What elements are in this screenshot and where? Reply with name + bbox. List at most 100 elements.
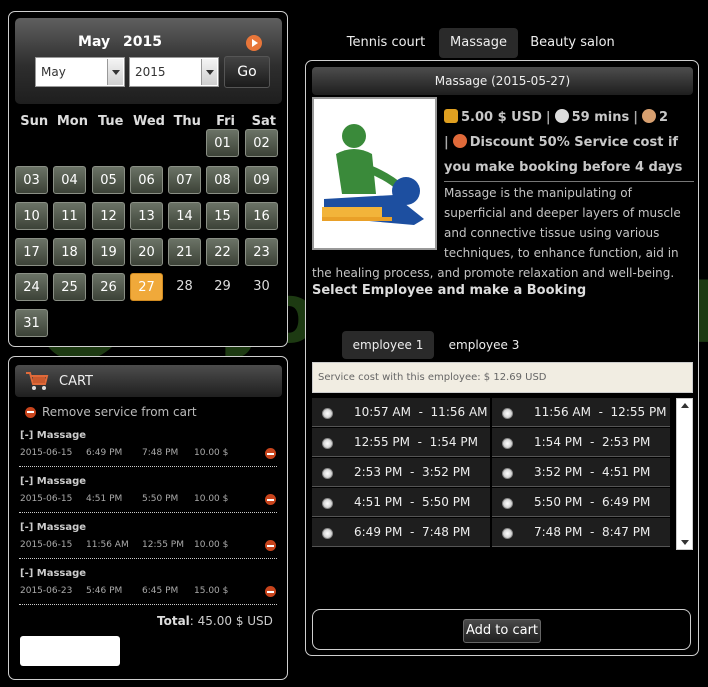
- cart-item-date: 2015-06-15: [20, 448, 73, 458]
- time-slot[interactable]: 2:53 PM - 3:52 PM: [312, 458, 490, 487]
- calendar-day[interactable]: 07: [168, 166, 201, 194]
- calendar-day[interactable]: 27: [130, 273, 163, 301]
- description-line: Massage is the manipulating of: [444, 186, 632, 200]
- cart-item-end: 6:45 PM: [142, 586, 179, 596]
- divider: [444, 181, 694, 182]
- scroll-down-icon[interactable]: [681, 540, 689, 545]
- remove-icon[interactable]: [265, 448, 276, 459]
- calendar-title: May 2015: [15, 34, 225, 50]
- time-slot[interactable]: 7:48 PM - 8:47 PM: [492, 518, 670, 547]
- radio-button[interactable]: [322, 408, 333, 419]
- radio-button[interactable]: [322, 498, 333, 509]
- time-slot[interactable]: 6:49 PM - 7:48 PM: [312, 518, 490, 547]
- slots-scrollbar[interactable]: [676, 398, 693, 550]
- tab-beauty-salon[interactable]: Beauty salon: [526, 28, 619, 58]
- radio-button[interactable]: [502, 468, 513, 479]
- tab-employee-3[interactable]: employee 3: [440, 331, 528, 359]
- calendar-day[interactable]: 12: [92, 202, 125, 230]
- calendar-day[interactable]: 06: [130, 166, 163, 194]
- calendar-day[interactable]: 24: [15, 273, 48, 301]
- cart-item-name[interactable]: [-] Massage: [20, 430, 86, 441]
- total-label: Total: [157, 614, 190, 628]
- discount-icon: [452, 134, 467, 148]
- calendar-day[interactable]: 05: [92, 166, 125, 194]
- calendar-day[interactable]: 31: [15, 309, 48, 337]
- time-slot[interactable]: 11:56 AM - 12:55 PM: [492, 398, 670, 427]
- add-to-cart-button[interactable]: Add to cart: [463, 619, 541, 643]
- cart-item: [-] Massage 2015-06-15 11:56 AM 12:55 PM 10.…: [19, 519, 277, 559]
- calendar-day[interactable]: 13: [130, 202, 163, 230]
- service-panel: Massage (2015-05-27) 5.00 $ USD | 59 mins |…: [305, 60, 699, 656]
- calendar-day[interactable]: 19: [92, 238, 125, 266]
- cart-item-price: 15.00 $: [194, 586, 229, 596]
- calendar-day[interactable]: 16: [245, 202, 278, 230]
- cart-item-date: 2015-06-15: [20, 494, 73, 504]
- radio-button[interactable]: [322, 468, 333, 479]
- cart-item-end: 5:50 PM: [142, 494, 179, 504]
- description-line: techniques, to enhance function, aid in: [444, 246, 679, 260]
- calendar-day[interactable]: 02: [245, 129, 278, 157]
- remove-icon[interactable]: [265, 586, 276, 597]
- weekday-label: Tue: [97, 114, 124, 129]
- time-slot[interactable]: 5:50 PM - 6:49 PM: [492, 488, 670, 517]
- time-slot-label: 4:51 PM - 5:50 PM: [354, 495, 471, 509]
- time-slot[interactable]: 12:55 PM - 1:54 PM: [312, 428, 490, 457]
- tab-tennis-court[interactable]: Tennis court: [340, 28, 432, 58]
- add-to-cart-box: Add to cart: [312, 609, 691, 650]
- cart-item-name[interactable]: [-] Massage: [20, 476, 86, 487]
- description-line: and connective tissue using various: [444, 226, 660, 240]
- calendar-day[interactable]: 09: [245, 166, 278, 194]
- shopping-cart-icon: [26, 372, 49, 390]
- tab-massage[interactable]: Massage: [439, 28, 518, 58]
- remove-icon[interactable]: [265, 494, 276, 505]
- weekday-header: Sun Mon Tue Wed Thu Fri Sat: [15, 114, 283, 129]
- tab-employee-1[interactable]: employee 1: [342, 331, 434, 359]
- time-slot[interactable]: 4:51 PM - 5:50 PM: [312, 488, 490, 517]
- go-button[interactable]: Go: [224, 56, 270, 88]
- calendar-day[interactable]: 21: [168, 238, 201, 266]
- calendar-day[interactable]: 26: [92, 273, 125, 301]
- scroll-up-icon[interactable]: [681, 403, 689, 408]
- checkout-button[interactable]: [20, 636, 120, 666]
- calendar-day[interactable]: 01: [206, 129, 239, 157]
- calendar-day[interactable]: 08: [206, 166, 239, 194]
- time-slot[interactable]: 10:57 AM - 11:56 AM: [312, 398, 490, 427]
- radio-button[interactable]: [322, 528, 333, 539]
- calendar-day[interactable]: 25: [53, 273, 86, 301]
- calendar-day[interactable]: 14: [168, 202, 201, 230]
- month-select[interactable]: May: [35, 57, 125, 87]
- cart-title: CART: [59, 374, 93, 389]
- calendar-day[interactable]: 04: [53, 166, 86, 194]
- radio-button[interactable]: [322, 438, 333, 449]
- calendar-day[interactable]: 23: [245, 238, 278, 266]
- chevron-down-icon[interactable]: [201, 59, 217, 85]
- calendar-day[interactable]: 11: [53, 202, 86, 230]
- radio-button[interactable]: [502, 498, 513, 509]
- radio-button[interactable]: [502, 408, 513, 419]
- cart-item-name[interactable]: [-] Massage: [20, 568, 86, 579]
- cart-item-price: 10.00 $: [194, 448, 229, 458]
- calendar-day: 28: [176, 279, 193, 294]
- next-month-icon[interactable]: [246, 35, 262, 51]
- calendar-day[interactable]: 10: [15, 202, 48, 230]
- calendar-day[interactable]: 17: [15, 238, 48, 266]
- calendar-day[interactable]: 15: [206, 202, 239, 230]
- month-select-value: May: [41, 65, 66, 79]
- calendar-header: May 2015 May 2015 Go: [15, 18, 282, 104]
- calendar-day[interactable]: 22: [206, 238, 239, 266]
- cart-item-date: 2015-06-23: [20, 586, 73, 596]
- radio-button[interactable]: [502, 438, 513, 449]
- year-select[interactable]: 2015: [129, 57, 219, 87]
- cart-item-price: 10.00 $: [194, 494, 229, 504]
- time-slot[interactable]: 1:54 PM - 2:53 PM: [492, 428, 670, 457]
- radio-button[interactable]: [502, 528, 513, 539]
- chevron-down-icon[interactable]: [107, 59, 123, 85]
- calendar-day[interactable]: 03: [15, 166, 48, 194]
- time-slot[interactable]: 3:52 PM - 4:51 PM: [492, 458, 670, 487]
- cart-item-name[interactable]: [-] Massage: [20, 522, 86, 533]
- remove-icon[interactable]: [265, 540, 276, 551]
- calendar-day[interactable]: 18: [53, 238, 86, 266]
- calendar-day[interactable]: 20: [130, 238, 163, 266]
- service-price: 5.00 $ USD: [461, 110, 542, 125]
- calendar-panel: May 2015 May 2015 Go Sun Mon Tue Wed Thu…: [8, 11, 288, 347]
